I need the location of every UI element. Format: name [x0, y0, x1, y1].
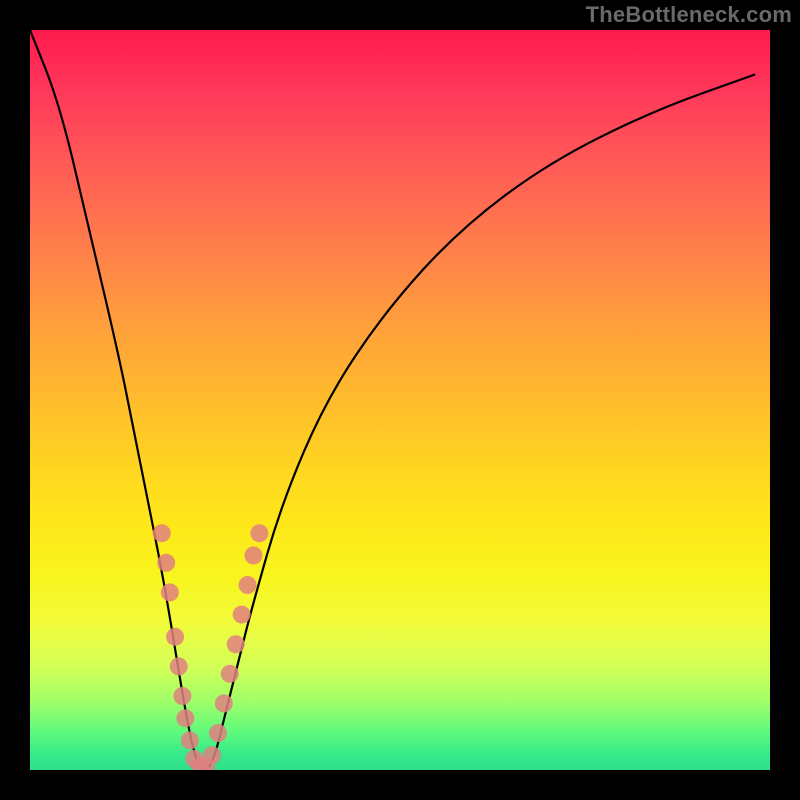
highlighted-point [227, 635, 245, 653]
bottleneck-curve-path [30, 30, 755, 770]
highlighted-point [176, 709, 194, 727]
plot-area [30, 30, 770, 770]
highlighted-point [221, 665, 239, 683]
highlighted-point [170, 657, 188, 675]
highlighted-point [161, 583, 179, 601]
watermark-text: TheBottleneck.com [586, 2, 792, 28]
highlighted-point [215, 694, 233, 712]
highlighted-point [203, 746, 221, 764]
highlighted-point [250, 524, 268, 542]
highlighted-point [209, 724, 227, 742]
highlighted-point [233, 606, 251, 624]
highlighted-point [173, 687, 191, 705]
highlighted-point [181, 731, 199, 749]
highlighted-point [244, 546, 262, 564]
highlighted-points-group [153, 524, 269, 770]
highlighted-point [153, 524, 171, 542]
highlighted-point [166, 628, 184, 646]
highlighted-point [239, 576, 257, 594]
chart-frame: TheBottleneck.com [0, 0, 800, 800]
curve-layer [30, 30, 770, 770]
highlighted-point [157, 554, 175, 572]
